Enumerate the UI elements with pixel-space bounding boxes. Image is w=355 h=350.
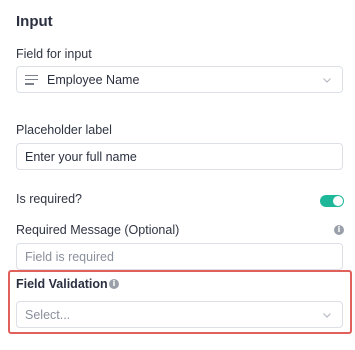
toggle-knob [333, 196, 343, 206]
text-lines-icon [25, 74, 38, 85]
is-required-toggle[interactable] [320, 195, 344, 207]
required-message-placeholder: Field is required [25, 249, 114, 264]
is-required-label: Is required? [16, 192, 83, 206]
required-message-label: Required Message (Optional) [16, 223, 180, 237]
field-validation-label: Field Validation [16, 277, 108, 291]
field-for-input-select[interactable]: Employee Name [16, 66, 343, 93]
field-validation-placeholder: Select... [25, 307, 71, 322]
info-icon[interactable]: i [109, 279, 119, 289]
placeholder-label-input[interactable]: Enter your full name [16, 143, 343, 170]
info-icon[interactable]: i [334, 225, 344, 235]
field-validation-select[interactable]: Select... [16, 301, 343, 328]
field-for-input-label: Field for input [16, 47, 92, 61]
chevron-down-icon [323, 78, 331, 83]
field-for-input-value: Employee Name [47, 72, 140, 87]
required-message-input[interactable]: Field is required [16, 243, 343, 270]
panel-title: Input [16, 13, 53, 30]
placeholder-label-heading: Placeholder label [16, 123, 112, 137]
placeholder-label-value: Enter your full name [25, 149, 137, 164]
chevron-down-icon [323, 313, 331, 318]
